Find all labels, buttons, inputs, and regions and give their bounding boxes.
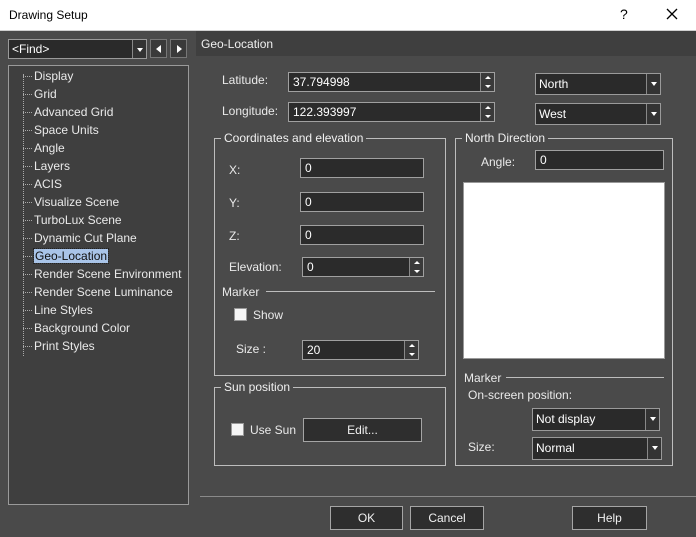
marker-size-spinner[interactable] [404, 341, 418, 359]
tree-item-acis[interactable]: ACIS [22, 176, 62, 192]
onscreen-position-label: On-screen position: [468, 388, 573, 402]
marker-size-label: Size : [236, 342, 267, 356]
ok-button[interactable]: OK [330, 506, 403, 530]
tree-item-render-scene-luminance[interactable]: Render Scene Luminance [23, 284, 173, 300]
show-marker-label: Show [253, 308, 284, 322]
find-value: <Find> [12, 42, 50, 56]
onscreen-position-select[interactable]: Not display [532, 408, 660, 431]
north-marker-separator [506, 377, 664, 378]
north-angle-input[interactable]: 0 [535, 150, 664, 170]
elevation-spinner[interactable] [409, 258, 423, 276]
north-direction-title: North Direction [462, 131, 549, 145]
north-marker-label: Marker [464, 371, 502, 385]
longitude-direction-select[interactable]: West [535, 103, 661, 125]
button-separator [200, 496, 696, 497]
y-input[interactable]: 0 [300, 192, 424, 212]
cancel-button[interactable]: Cancel [410, 506, 484, 530]
onscreen-position-value: Not display [536, 412, 596, 426]
chevron-down-icon[interactable] [647, 438, 661, 459]
tree-item-advanced-grid[interactable]: Advanced Grid [22, 104, 113, 120]
section-title: Geo-Location [201, 37, 274, 51]
tree-item-grid[interactable]: Grid [23, 86, 57, 102]
x-input[interactable]: 0 [300, 158, 424, 178]
tree-item-render-scene-environment[interactable]: Render Scene Environment [22, 266, 181, 282]
elevation-label: Elevation: [229, 260, 282, 274]
y-label: Y: [229, 196, 240, 210]
north-size-select[interactable]: Normal [532, 437, 662, 460]
use-sun-label: Use Sun [250, 423, 297, 437]
tree-item-turbolux-scene[interactable]: TurboLux Scene [23, 212, 122, 228]
help-button[interactable]: Help [572, 506, 647, 530]
north-size-value: Normal [536, 441, 575, 455]
edit-sun-button[interactable]: Edit... [303, 418, 422, 442]
tree-item-space-units[interactable]: Space Units [23, 122, 99, 138]
latitude-value: 37.794998 [293, 75, 350, 89]
window-title: Drawing Setup [9, 8, 88, 22]
latitude-input[interactable]: 37.794998 [288, 72, 495, 92]
chevron-down-icon[interactable] [646, 104, 660, 124]
forward-button[interactable] [170, 39, 187, 58]
north-direction-preview[interactable] [463, 182, 665, 359]
find-combo[interactable]: <Find> [8, 39, 147, 59]
latitude-spinner[interactable] [480, 73, 494, 91]
longitude-direction-value: West [539, 107, 567, 121]
longitude-value: 122.393997 [293, 105, 357, 119]
marker-size-input[interactable]: 20 [302, 340, 419, 360]
back-button[interactable] [150, 39, 167, 58]
tree-item-display[interactable]: Display [22, 68, 73, 84]
tree-item-visualize-scene[interactable]: Visualize Scene [22, 194, 119, 210]
settings-tree[interactable]: Display Grid Advanced Grid Space Units A… [8, 65, 189, 505]
help-icon[interactable]: ? [620, 6, 628, 22]
sun-position-title: Sun position [221, 380, 294, 394]
tree-item-layers[interactable]: Layers [22, 158, 70, 174]
longitude-label: Longitude: [222, 104, 279, 118]
chevron-down-icon[interactable] [132, 40, 146, 58]
latitude-label: Latitude: [222, 73, 269, 87]
show-marker-checkbox[interactable] [234, 308, 247, 321]
z-input[interactable]: 0 [300, 225, 424, 245]
section-header: Geo-Location [196, 31, 696, 56]
north-angle-label: Angle: [481, 155, 516, 169]
use-sun-checkbox[interactable] [231, 423, 244, 436]
x-label: X: [229, 163, 241, 177]
tree-item-geo-location[interactable]: Geo-Location [22, 248, 110, 264]
tree-item-background-color[interactable]: Background Color [22, 320, 130, 336]
tree-item-line-styles[interactable]: Line Styles [23, 302, 93, 318]
north-size-label: Size: [468, 440, 495, 454]
coords-marker-label: Marker [222, 285, 260, 299]
tree-item-dynamic-cut-plane[interactable]: Dynamic Cut Plane [23, 230, 137, 246]
latitude-direction-value: North [539, 77, 569, 91]
close-icon[interactable] [658, 3, 686, 27]
chevron-down-icon[interactable] [646, 74, 660, 94]
coordinates-group-title: Coordinates and elevation [221, 131, 367, 145]
chevron-down-icon[interactable] [645, 409, 659, 430]
tree-item-print-styles[interactable]: Print Styles [23, 338, 95, 354]
tree-item-angle[interactable]: Angle [23, 140, 65, 156]
coords-marker-separator [266, 291, 435, 292]
longitude-input[interactable]: 122.393997 [288, 102, 495, 122]
longitude-spinner[interactable] [480, 103, 494, 121]
latitude-direction-select[interactable]: North [535, 73, 661, 95]
elevation-input[interactable]: 0 [302, 257, 424, 277]
z-label: Z: [229, 229, 240, 243]
tree-guide-line [23, 74, 24, 356]
title-bar: Drawing Setup ? [0, 0, 696, 31]
